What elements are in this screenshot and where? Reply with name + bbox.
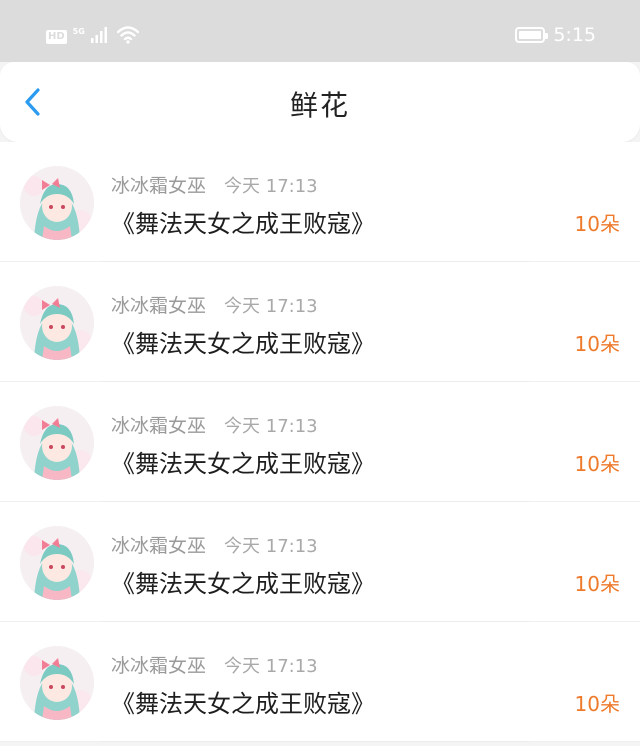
book-title[interactable]: 《舞法天女之成王败寇》	[111, 564, 375, 599]
divider	[100, 741, 530, 742]
username[interactable]: 冰冰霜女巫	[111, 655, 206, 677]
book-title[interactable]: 《舞法天女之成王败寇》	[111, 684, 375, 719]
username[interactable]: 冰冰霜女巫	[111, 535, 206, 557]
timestamp: 今天 17:13	[224, 176, 318, 197]
book-title[interactable]: 《舞法天女之成王败寇》	[111, 204, 375, 239]
avatar[interactable]	[20, 166, 94, 240]
username[interactable]: 冰冰霜女巫	[111, 175, 206, 197]
flower-count: 10朵	[574, 332, 620, 356]
list-item[interactable]: 冰冰霜女巫 今天 17:13 《舞法天女之成王败寇》 10朵	[0, 622, 640, 742]
flower-count: 10朵	[574, 692, 620, 716]
meta-line: 冰冰霜女巫 今天 17:13	[111, 531, 318, 558]
avatar[interactable]	[20, 406, 94, 480]
list-item[interactable]: 冰冰霜女巫 今天 17:13 《舞法天女之成王败寇》 10朵	[0, 142, 640, 262]
cellular-signal-icon	[90, 27, 107, 47]
list-item[interactable]: 冰冰霜女巫 今天 17:13 《舞法天女之成王败寇》 10朵	[0, 502, 640, 622]
username[interactable]: 冰冰霜女巫	[111, 295, 206, 317]
hd-badge: HD	[46, 30, 67, 44]
meta-line: 冰冰霜女巫 今天 17:13	[111, 411, 318, 438]
avatar[interactable]	[20, 526, 94, 600]
book-title[interactable]: 《舞法天女之成王败寇》	[111, 444, 375, 479]
avatar[interactable]	[20, 646, 94, 720]
status-bar: HD 5G 5:15	[0, 0, 640, 62]
timestamp: 今天 17:13	[224, 416, 318, 437]
status-right: 5:15	[515, 24, 596, 46]
timestamp: 今天 17:13	[224, 536, 318, 557]
meta-line: 冰冰霜女巫 今天 17:13	[111, 291, 318, 318]
flower-count: 10朵	[574, 572, 620, 596]
flower-list: 冰冰霜女巫 今天 17:13 《舞法天女之成王败寇》 10朵 冰冰霜女巫 今天 17…	[0, 142, 640, 742]
meta-line: 冰冰霜女巫 今天 17:13	[111, 171, 318, 198]
status-time: 5:15	[553, 24, 596, 46]
list-item[interactable]: 冰冰霜女巫 今天 17:13 《舞法天女之成王败寇》 10朵	[0, 262, 640, 382]
timestamp: 今天 17:13	[224, 656, 318, 677]
meta-line: 冰冰霜女巫 今天 17:13	[111, 651, 318, 678]
network-type: 5G	[72, 26, 85, 36]
list-item[interactable]: 冰冰霜女巫 今天 17:13 《舞法天女之成王败寇》 10朵	[0, 382, 640, 502]
flower-count: 10朵	[574, 212, 620, 236]
battery-level-fill	[519, 31, 542, 39]
avatar[interactable]	[20, 286, 94, 360]
status-left: HD 5G	[46, 26, 140, 48]
wifi-icon	[116, 26, 140, 48]
battery-icon	[515, 27, 549, 43]
page-title: 鲜花	[289, 89, 350, 122]
username[interactable]: 冰冰霜女巫	[111, 415, 206, 437]
timestamp: 今天 17:13	[224, 296, 318, 317]
flower-count: 10朵	[574, 452, 620, 476]
nav-bar: 鲜花	[0, 62, 640, 142]
book-title[interactable]: 《舞法天女之成王败寇》	[111, 324, 375, 359]
